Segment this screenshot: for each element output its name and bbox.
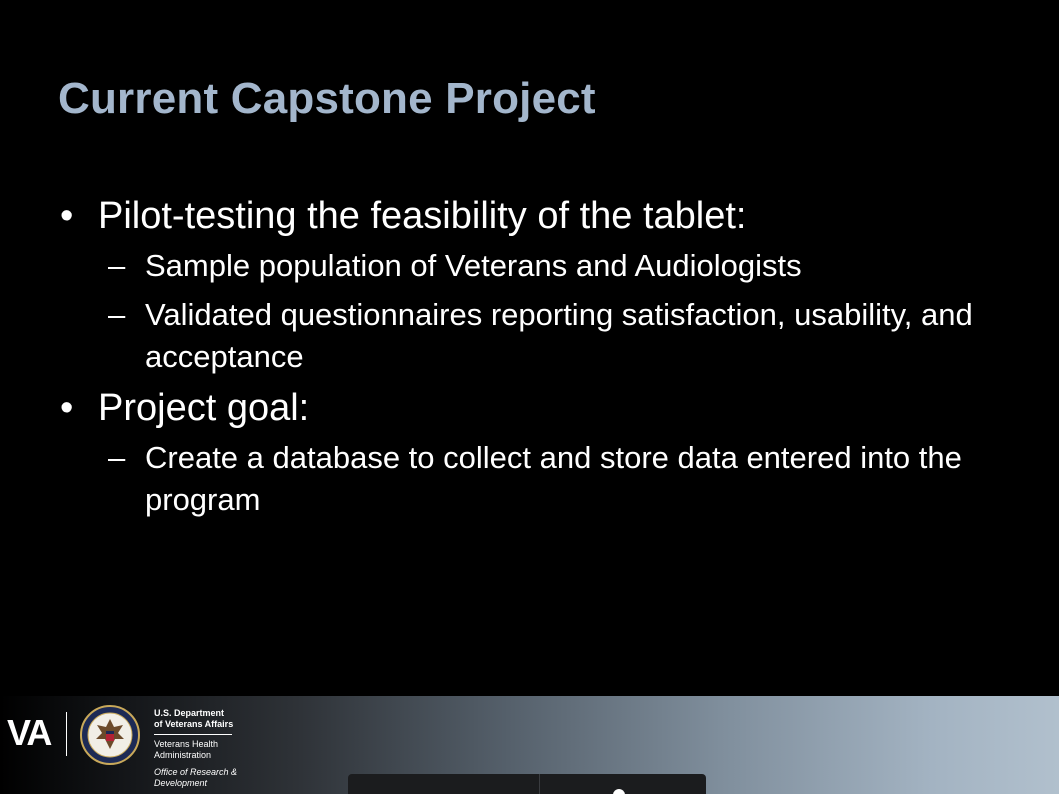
sub-bullet-mark: – [108, 248, 126, 283]
department-line2: of Veterans Affairs [154, 719, 234, 729]
slide-content: • Pilot-testing the feasibility of the t… [60, 193, 1020, 528]
presentation-toolbar[interactable] [348, 774, 706, 794]
bullet-item: • Pilot-testing the feasibility of the t… [60, 193, 1020, 239]
slide: Current Capstone Project • Pilot-testing… [0, 0, 1059, 794]
toolbar-circle-icon[interactable] [613, 789, 625, 794]
department-text: U.S. Department of Veterans Affairs Vete… [154, 708, 237, 789]
logo-divider [66, 712, 67, 756]
vha-line2: Administration [154, 750, 212, 760]
bullet-item: • Project goal: [60, 385, 1020, 431]
bullet-text: Pilot-testing the feasibility of the tab… [98, 195, 747, 237]
sub-bullet-item: – Validated questionnaires reporting sat… [60, 294, 1020, 378]
sub-bullet-item: – Sample population of Veterans and Audi… [60, 245, 1020, 287]
ord-line1: Office of Research & [154, 767, 238, 777]
ord-line2: Development [154, 778, 208, 788]
bullet-mark: • [60, 387, 74, 429]
sub-bullet-mark: – [108, 440, 126, 475]
sub-bullet-mark: – [108, 297, 126, 332]
bullet-mark: • [60, 195, 74, 237]
sub-bullet-text: Create a database to collect and store d… [145, 440, 962, 517]
slide-title: Current Capstone Project [58, 74, 596, 123]
va-seal-icon [80, 705, 140, 765]
sub-bullet-item: – Create a database to collect and store… [60, 437, 1020, 521]
vha-line1: Veterans Health [154, 739, 219, 749]
sub-bullet-text: Sample population of Veterans and Audiol… [145, 248, 802, 283]
toolbar-divider [539, 774, 540, 794]
va-logo: VA [7, 712, 52, 753]
department-line1: U.S. Department [154, 708, 225, 718]
department-rule [154, 734, 232, 735]
sub-bullet-text: Validated questionnaires reporting satis… [145, 297, 973, 374]
bullet-text: Project goal: [98, 387, 310, 429]
